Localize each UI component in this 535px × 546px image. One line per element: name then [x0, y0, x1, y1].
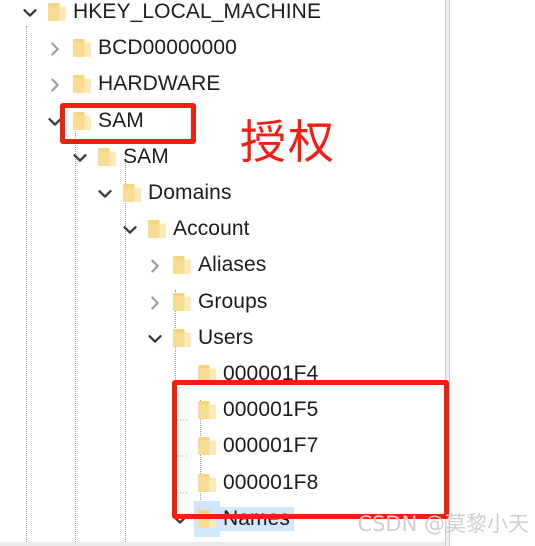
- folder-icon: [173, 256, 191, 275]
- tree-row-label: Domains: [148, 181, 232, 204]
- chevron-down-icon: [148, 334, 162, 343]
- tree-row-label: 000001F5: [223, 398, 319, 422]
- watermark-text: CSDN @莫黎小天: [357, 512, 529, 536]
- folder-icon: [173, 292, 191, 311]
- tree-row[interactable]: 000001F5: [0, 392, 446, 428]
- folder-icon: [73, 111, 91, 130]
- chevron-down-icon[interactable]: [118, 211, 144, 247]
- chevron-right-icon: [151, 259, 159, 273]
- folder-icon: [194, 465, 220, 501]
- folder-icon: [98, 147, 116, 166]
- tree-row-label: HKEY_LOCAL_MACHINE: [73, 0, 322, 23]
- chevron-down-icon: [48, 117, 62, 126]
- twisty-placeholder: [168, 356, 194, 392]
- tree-row[interactable]: HARDWARE: [0, 66, 446, 102]
- twisty-placeholder: [168, 465, 194, 501]
- folder-icon: [194, 500, 220, 537]
- tree-row[interactable]: SAM: [0, 139, 446, 175]
- tree-bottom-edge: [0, 542, 446, 546]
- folder-icon: [194, 392, 220, 428]
- folder-icon: [198, 365, 216, 383]
- tree-row[interactable]: Domains: [0, 175, 446, 211]
- chevron-down-icon: [23, 9, 37, 17]
- chevron-down-icon[interactable]: [168, 501, 194, 537]
- chevron-down-icon: [73, 153, 87, 162]
- tree-row[interactable]: Groups: [0, 284, 446, 320]
- tree-row[interactable]: 000001F4: [0, 356, 446, 392]
- chevron-down-icon: [173, 515, 187, 524]
- tree-row[interactable]: Account: [0, 211, 446, 247]
- annotation-label-authorize: 授权: [240, 115, 336, 169]
- tree-row-label: Aliases: [198, 253, 267, 277]
- folder-icon: [73, 39, 91, 58]
- tree-row-label: HARDWARE: [98, 72, 221, 96]
- twisty-placeholder: [168, 428, 194, 464]
- chevron-down-icon: [98, 190, 112, 198]
- chevron-down-icon[interactable]: [43, 103, 69, 139]
- chevron-down-icon[interactable]: [143, 320, 169, 356]
- tree-row-label: BCD00000000: [98, 36, 237, 60]
- tree-row-label: SAM: [123, 144, 169, 168]
- folder-icon: [94, 139, 120, 175]
- folder-icon: [73, 75, 91, 94]
- registry-key-tree[interactable]: HKEY_LOCAL_MACHINE BCD00000000 HARDWARE SAM…: [0, 0, 446, 546]
- chevron-down-icon: [123, 226, 137, 234]
- chevron-right-icon: [51, 78, 59, 92]
- tree-row[interactable]: 000001F8: [0, 465, 446, 501]
- tree-row[interactable]: BCD00000000: [0, 30, 446, 66]
- tree-row[interactable]: Users: [0, 320, 446, 356]
- folder-icon: [194, 356, 220, 392]
- registry-tree-screenshot: HKEY_LOCAL_MACHINE BCD00000000 HARDWARE SAM…: [0, 0, 535, 546]
- folder-icon: [144, 211, 170, 247]
- tree-row-label: 000001F8: [223, 470, 319, 494]
- tree-row-label: SAM: [98, 108, 144, 132]
- tree-row-label: 000001F7: [223, 434, 319, 458]
- tree-row-label: Names: [220, 506, 295, 531]
- chevron-right-icon[interactable]: [43, 30, 69, 66]
- chevron-down-icon[interactable]: [93, 175, 119, 211]
- tree-row-label: Account: [173, 217, 250, 241]
- tree-row[interactable]: Aliases: [0, 247, 446, 283]
- folder-icon: [169, 284, 195, 320]
- folder-icon: [169, 247, 195, 283]
- chevron-right-icon[interactable]: [43, 66, 69, 102]
- folder-icon: [169, 320, 195, 356]
- folder-icon: [44, 0, 70, 30]
- values-pane: [451, 0, 535, 546]
- folder-icon: [198, 473, 216, 492]
- chevron-right-icon: [151, 296, 159, 310]
- tree-row[interactable]: SAM: [0, 103, 446, 139]
- chevron-down-icon[interactable]: [68, 139, 94, 175]
- tree-row-label: 000001F4: [223, 362, 319, 385]
- pane-splitter[interactable]: [445, 0, 450, 546]
- tree-row[interactable]: HKEY_LOCAL_MACHINE: [0, 0, 446, 30]
- tree-row[interactable]: 000001F7: [0, 428, 446, 464]
- folder-icon: [48, 3, 66, 21]
- chevron-right-icon[interactable]: [143, 284, 169, 320]
- folder-icon: [198, 401, 216, 420]
- folder-icon: [148, 220, 166, 239]
- tree-row-label: Groups: [198, 289, 268, 313]
- folder-icon: [69, 30, 95, 66]
- folder-icon: [194, 428, 220, 464]
- chevron-right-icon: [51, 42, 59, 56]
- tree-row-label: Users: [198, 325, 254, 349]
- chevron-down-icon[interactable]: [18, 0, 44, 30]
- folder-icon: [69, 66, 95, 102]
- folder-icon: [173, 328, 191, 347]
- folder-icon: [123, 184, 141, 202]
- folder-icon: [198, 437, 216, 456]
- folder-icon: [69, 103, 95, 139]
- folder-icon: [198, 509, 216, 528]
- twisty-placeholder: [168, 392, 194, 428]
- chevron-right-icon[interactable]: [143, 247, 169, 283]
- folder-icon: [119, 175, 145, 211]
